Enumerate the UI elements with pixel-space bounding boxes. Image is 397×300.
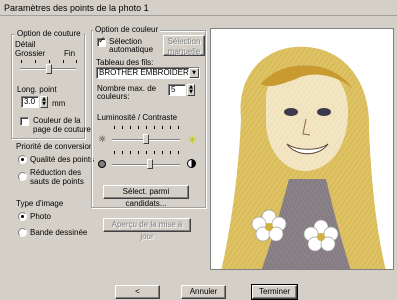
window-titlebar: Paramètres des points de la photo 1 [0,0,397,16]
window-title: Paramètres des points de la photo 1 [4,3,149,13]
image-type-comic-label: Bande dessinée [30,228,88,237]
sun-large-icon: ☀ [187,133,198,147]
slider-tick [154,151,155,154]
slider-track [112,164,180,166]
contrast-slider-thumb[interactable] [147,159,153,169]
slider-tick [170,151,171,154]
auto-select-label-2: automatique [109,45,154,54]
max-colors-spinner[interactable]: ▲ ▼ [187,84,195,96]
priority-label: Priorité de conversion [16,142,94,151]
stitch-length-unit: mm [52,99,66,108]
stitch-length-spinner[interactable]: ▲ ▼ [40,96,48,108]
slider-tick [146,126,147,129]
detail-label: Détail [15,40,36,49]
slider-tick [146,151,147,154]
image-type-photo-radio[interactable] [18,212,27,221]
brightness-contrast-label: Luminosité / Contraste [97,113,178,122]
stitch-length-label: Long. point [17,85,57,94]
manual-select-label: Sélection [167,37,201,46]
contrast-high-icon [187,159,196,168]
fine-label: Fin [64,49,76,58]
priority-reduce-jumps-radio[interactable] [18,172,27,181]
contrast-slider[interactable] [110,151,182,171]
stitch-option-group-label: Option de couture [15,29,83,38]
slider-tick [130,126,131,129]
coarser-label: Grossier [15,49,46,58]
page-color-label: Couleur de la [33,116,81,125]
manual-select-label-2: manuelle [167,47,201,56]
slider-tick [35,60,36,63]
priority-reduce-jumps-label: Réduction des [30,168,82,177]
detail-slider[interactable] [18,60,78,76]
slider-tick [63,60,64,63]
image-type-photo-label: Photo [30,212,51,221]
slider-tick [162,126,163,129]
slider-tick [178,126,179,129]
select-candidates-button[interactable]: Sélect. parmi candidats... [103,185,189,208]
chevron-down-icon: ▼ [192,70,196,76]
slider-tick [49,60,50,63]
slider-tick [21,60,22,63]
brightness-slider-thumb[interactable] [143,134,149,144]
thread-chart-label: Tableau des fils: [96,58,154,67]
image-type-comic-radio[interactable] [18,228,27,237]
slider-tick [154,126,155,129]
detail-slider-thumb[interactable] [46,64,52,74]
stitch-length-input[interactable]: 3.0 [21,96,39,108]
thread-chart-value: BROTHER EMBROIDERY [99,68,194,77]
slider-tick [130,151,131,154]
slider-tick [114,151,115,154]
spin-down-icon[interactable]: ▼ [41,102,47,107]
thread-chart-dropdown-button[interactable]: ▼ [189,68,199,78]
priority-quality-label: Qualité des points [30,155,95,164]
contrast-low-icon [98,160,106,168]
slider-tick [138,126,139,129]
slider-tick [76,60,77,63]
spin-down-icon[interactable]: ▼ [188,90,194,95]
slider-tick [122,126,123,129]
sun-small-icon: ☼ [98,135,107,145]
stitch-preview-image [210,28,394,270]
preview-portrait [211,29,393,269]
priority-reduce-jumps-label-2: sauts de points [30,177,84,186]
auto-select-checkbox[interactable] [97,36,106,47]
max-colors-input[interactable]: 5 [168,84,186,96]
slider-tick [162,151,163,154]
brightness-slider[interactable] [110,126,182,146]
cancel-button[interactable]: Annuler [181,285,226,299]
priority-quality-radio[interactable] [18,155,27,164]
update-preview-button[interactable]: Aperçu de la mise à jour [103,218,191,241]
thread-chart-select[interactable]: BROTHER EMBROIDERY [96,67,200,79]
image-type-label: Type d'image [16,199,64,208]
manual-select-button[interactable]: Sélection manuelle [163,35,205,56]
page-color-label-2: page de couture [33,125,91,134]
slider-tick [114,126,115,129]
previous-button[interactable]: < Précédent [115,285,160,300]
slider-tick [138,151,139,154]
finish-button[interactable]: Terminer [251,284,298,300]
slider-tick [178,151,179,154]
max-colors-label-2: couleurs: [97,92,130,101]
slider-tick [170,126,171,129]
page-color-checkbox[interactable] [20,117,29,126]
slider-tick [122,151,123,154]
color-option-group-label: Option de couleur [93,25,161,34]
